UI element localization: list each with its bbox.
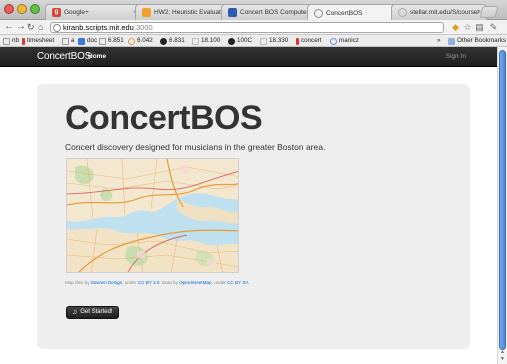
bookmark-item[interactable]: a [62,35,75,47]
hero-title: ConcertBOS [65,99,263,137]
tab-heuristic-evaluation[interactable]: HW2: Heuristic Evaluation · × [135,4,235,20]
site-navbar: ConcertBOS Home Sign In [0,47,497,67]
page-scrollbar[interactable]: ▲ ▼ [497,47,507,364]
scrollbar-thumb[interactable] [499,50,506,350]
reload-icon[interactable]: ↻ [27,21,35,33]
window-minimize-icon[interactable] [17,4,27,14]
map-illustration [67,159,238,272]
music-note-icon: ♫ [72,309,78,316]
page-icon [160,37,167,45]
window-close-icon[interactable] [4,4,14,14]
sheet-icon [296,37,299,45]
page-icon [99,37,106,45]
url-port: :3000 [133,23,153,32]
cc-by-sa-link[interactable]: CC BY SA [227,280,248,285]
bookmark-item[interactable]: 6.851 [99,35,124,47]
bookmark-item[interactable]: 100C [228,35,252,47]
bookmark-item[interactable]: 6.042 [128,35,153,47]
page-icon [128,37,135,45]
doc-icon [78,37,85,45]
bookmark-item[interactable]: manicz [330,35,359,47]
address-bar[interactable]: kiranb.scripts.mit.edu:3000 [50,22,444,33]
forward-arrow-icon[interactable]: → [16,21,26,33]
scroll-up-arrow-icon[interactable]: ▲ [499,349,506,355]
bookmarks-bar: nb timesheet a doc 6.851 6.042 6.831 18.… [0,35,507,47]
page-icon [330,37,337,45]
hero-tagline: Concert discovery designed for musicians… [65,142,326,152]
page-info-icon [53,24,61,32]
page-menu-icon[interactable]: ▤ [474,22,485,33]
page-icon [192,37,199,45]
url-host: kiranb.scripts.mit.edu [63,23,134,32]
bookmarks-overflow-chevron[interactable]: » [437,35,441,47]
scroll-down-arrow-icon[interactable]: ▼ [499,356,506,362]
page-icon [228,37,235,45]
nav-home-link[interactable]: Home [88,50,106,64]
tab-label: ConcertBOS [326,9,363,17]
other-bookmarks-folder[interactable]: Other Bookmarks [448,35,506,47]
page-icon [260,37,267,45]
folder-icon [448,37,455,45]
page-icon [3,37,10,45]
stamen-link[interactable]: Stamen Design [91,280,122,285]
globe-icon [398,8,407,17]
new-tab-button[interactable] [479,6,499,18]
sheet-icon [22,37,25,45]
bookmark-item[interactable]: concert [296,35,322,47]
home-icon[interactable]: ⌂ [38,21,43,33]
openstreetmap-link[interactable]: OpenStreetMap [179,280,211,285]
wrench-icon[interactable]: ✎ [488,22,499,33]
map-credits: Map tiles by Stamen Design, under CC BY … [65,280,250,285]
tab-label: Concert BOS Computer Pr [240,9,317,16]
browser-toolbar: ← → ↻ ⌂ kiranb.scripts.mit.edu:3000 ◆ ☆ … [0,20,507,35]
get-started-button[interactable]: ♫ Get Started! [66,306,119,319]
back-arrow-icon[interactable]: ← [4,21,14,33]
page-icon [62,37,69,45]
loading-icon [314,8,323,18]
hero-unit: ConcertBOS Concert discovery designed fo… [37,84,470,349]
tab-label: stellar.mit.edu/S/course/ [410,9,480,16]
bookmark-item[interactable]: 6.831 [160,35,185,47]
sign-in-link[interactable]: Sign In [446,50,466,64]
bookmark-item[interactable]: timesheet [22,35,54,47]
boston-map-image [66,158,239,273]
window-zoom-icon[interactable] [30,4,40,14]
cc-by-link[interactable]: CC BY 3.0 [138,280,160,285]
bookmark-item[interactable]: 18.100 [192,35,220,47]
document-icon [142,8,151,17]
tab-stellar[interactable]: stellar.mit.edu/S/course/ × [391,4,487,20]
google-plus-icon: g [52,8,61,17]
bookmark-star-icon[interactable]: ☆ [462,22,473,33]
tab-label: Google+ [64,9,89,16]
get-started-label: Get Started! [80,309,113,315]
tab-google-plus[interactable]: g Google+ × [45,4,143,20]
site-icon [228,8,237,17]
extension-icon[interactable]: ◆ [450,22,461,33]
bookmark-item[interactable]: doc [78,35,97,47]
browser-tab-strip: g Google+ × HW2: Heuristic Evaluation · … [0,0,507,21]
tab-concert-bos-project[interactable]: Concert BOS Computer Pr × [221,4,321,20]
site-brand[interactable]: ConcertBOS [37,50,91,64]
bookmark-item[interactable]: 18.330 [260,35,288,47]
bookmark-item[interactable]: nb [3,35,19,47]
